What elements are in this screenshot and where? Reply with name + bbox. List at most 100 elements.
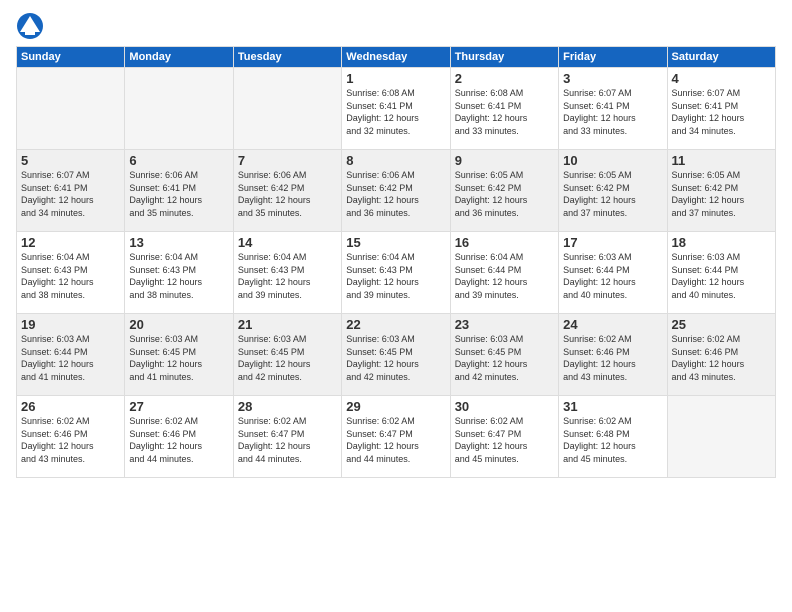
day-number: 13 — [129, 235, 228, 250]
day-info: Sunrise: 6:02 AMSunset: 6:46 PMDaylight:… — [672, 333, 771, 383]
page: SundayMondayTuesdayWednesdayThursdayFrid… — [0, 0, 792, 612]
day-number: 14 — [238, 235, 337, 250]
day-header-wednesday: Wednesday — [342, 47, 450, 68]
day-cell: 17Sunrise: 6:03 AMSunset: 6:44 PMDayligh… — [559, 232, 667, 314]
day-info: Sunrise: 6:03 AMSunset: 6:45 PMDaylight:… — [346, 333, 445, 383]
day-cell: 9Sunrise: 6:05 AMSunset: 6:42 PMDaylight… — [450, 150, 558, 232]
day-cell: 1Sunrise: 6:08 AMSunset: 6:41 PMDaylight… — [342, 68, 450, 150]
day-cell: 19Sunrise: 6:03 AMSunset: 6:44 PMDayligh… — [17, 314, 125, 396]
logo-icon — [16, 12, 44, 40]
day-number: 23 — [455, 317, 554, 332]
day-cell: 11Sunrise: 6:05 AMSunset: 6:42 PMDayligh… — [667, 150, 775, 232]
day-cell: 27Sunrise: 6:02 AMSunset: 6:46 PMDayligh… — [125, 396, 233, 478]
week-row-2: 5Sunrise: 6:07 AMSunset: 6:41 PMDaylight… — [17, 150, 776, 232]
day-info: Sunrise: 6:06 AMSunset: 6:42 PMDaylight:… — [238, 169, 337, 219]
day-cell: 25Sunrise: 6:02 AMSunset: 6:46 PMDayligh… — [667, 314, 775, 396]
day-info: Sunrise: 6:06 AMSunset: 6:41 PMDaylight:… — [129, 169, 228, 219]
day-number: 17 — [563, 235, 662, 250]
day-number: 28 — [238, 399, 337, 414]
day-cell: 14Sunrise: 6:04 AMSunset: 6:43 PMDayligh… — [233, 232, 341, 314]
day-number: 19 — [21, 317, 120, 332]
day-info: Sunrise: 6:03 AMSunset: 6:45 PMDaylight:… — [455, 333, 554, 383]
week-row-4: 19Sunrise: 6:03 AMSunset: 6:44 PMDayligh… — [17, 314, 776, 396]
day-info: Sunrise: 6:05 AMSunset: 6:42 PMDaylight:… — [563, 169, 662, 219]
day-number: 27 — [129, 399, 228, 414]
day-number: 6 — [129, 153, 228, 168]
day-cell: 13Sunrise: 6:04 AMSunset: 6:43 PMDayligh… — [125, 232, 233, 314]
day-info: Sunrise: 6:02 AMSunset: 6:47 PMDaylight:… — [238, 415, 337, 465]
day-cell: 15Sunrise: 6:04 AMSunset: 6:43 PMDayligh… — [342, 232, 450, 314]
day-number: 24 — [563, 317, 662, 332]
day-cell: 16Sunrise: 6:04 AMSunset: 6:44 PMDayligh… — [450, 232, 558, 314]
day-info: Sunrise: 6:02 AMSunset: 6:46 PMDaylight:… — [129, 415, 228, 465]
day-cell: 21Sunrise: 6:03 AMSunset: 6:45 PMDayligh… — [233, 314, 341, 396]
day-info: Sunrise: 6:08 AMSunset: 6:41 PMDaylight:… — [455, 87, 554, 137]
week-row-5: 26Sunrise: 6:02 AMSunset: 6:46 PMDayligh… — [17, 396, 776, 478]
day-info: Sunrise: 6:08 AMSunset: 6:41 PMDaylight:… — [346, 87, 445, 137]
day-info: Sunrise: 6:06 AMSunset: 6:42 PMDaylight:… — [346, 169, 445, 219]
logo — [16, 12, 48, 40]
day-number: 31 — [563, 399, 662, 414]
day-number: 7 — [238, 153, 337, 168]
day-number: 1 — [346, 71, 445, 86]
day-number: 30 — [455, 399, 554, 414]
day-info: Sunrise: 6:02 AMSunset: 6:47 PMDaylight:… — [346, 415, 445, 465]
day-number: 8 — [346, 153, 445, 168]
day-info: Sunrise: 6:02 AMSunset: 6:46 PMDaylight:… — [563, 333, 662, 383]
day-cell: 29Sunrise: 6:02 AMSunset: 6:47 PMDayligh… — [342, 396, 450, 478]
day-header-saturday: Saturday — [667, 47, 775, 68]
day-number: 20 — [129, 317, 228, 332]
day-info: Sunrise: 6:07 AMSunset: 6:41 PMDaylight:… — [563, 87, 662, 137]
day-cell — [125, 68, 233, 150]
day-info: Sunrise: 6:07 AMSunset: 6:41 PMDaylight:… — [21, 169, 120, 219]
day-info: Sunrise: 6:05 AMSunset: 6:42 PMDaylight:… — [672, 169, 771, 219]
day-cell: 31Sunrise: 6:02 AMSunset: 6:48 PMDayligh… — [559, 396, 667, 478]
day-info: Sunrise: 6:04 AMSunset: 6:44 PMDaylight:… — [455, 251, 554, 301]
day-cell: 24Sunrise: 6:02 AMSunset: 6:46 PMDayligh… — [559, 314, 667, 396]
day-info: Sunrise: 6:04 AMSunset: 6:43 PMDaylight:… — [238, 251, 337, 301]
day-info: Sunrise: 6:03 AMSunset: 6:45 PMDaylight:… — [238, 333, 337, 383]
day-header-friday: Friday — [559, 47, 667, 68]
day-header-sunday: Sunday — [17, 47, 125, 68]
day-cell — [17, 68, 125, 150]
day-info: Sunrise: 6:05 AMSunset: 6:42 PMDaylight:… — [455, 169, 554, 219]
day-cell: 2Sunrise: 6:08 AMSunset: 6:41 PMDaylight… — [450, 68, 558, 150]
day-number: 29 — [346, 399, 445, 414]
day-info: Sunrise: 6:04 AMSunset: 6:43 PMDaylight:… — [129, 251, 228, 301]
day-cell: 26Sunrise: 6:02 AMSunset: 6:46 PMDayligh… — [17, 396, 125, 478]
day-number: 9 — [455, 153, 554, 168]
day-cell: 3Sunrise: 6:07 AMSunset: 6:41 PMDaylight… — [559, 68, 667, 150]
day-info: Sunrise: 6:03 AMSunset: 6:45 PMDaylight:… — [129, 333, 228, 383]
day-info: Sunrise: 6:03 AMSunset: 6:44 PMDaylight:… — [672, 251, 771, 301]
day-cell — [233, 68, 341, 150]
week-row-1: 1Sunrise: 6:08 AMSunset: 6:41 PMDaylight… — [17, 68, 776, 150]
day-info: Sunrise: 6:03 AMSunset: 6:44 PMDaylight:… — [563, 251, 662, 301]
day-number: 5 — [21, 153, 120, 168]
days-header-row: SundayMondayTuesdayWednesdayThursdayFrid… — [17, 47, 776, 68]
day-number: 12 — [21, 235, 120, 250]
day-cell: 18Sunrise: 6:03 AMSunset: 6:44 PMDayligh… — [667, 232, 775, 314]
day-header-thursday: Thursday — [450, 47, 558, 68]
header — [16, 12, 776, 40]
calendar: SundayMondayTuesdayWednesdayThursdayFrid… — [16, 46, 776, 478]
day-number: 3 — [563, 71, 662, 86]
day-cell: 22Sunrise: 6:03 AMSunset: 6:45 PMDayligh… — [342, 314, 450, 396]
week-row-3: 12 Sunrise: 6:04 AMSunset: 6:43 PMDayligh… — [17, 232, 776, 314]
day-cell: 6Sunrise: 6:06 AMSunset: 6:41 PMDaylight… — [125, 150, 233, 232]
day-number: 16 — [455, 235, 554, 250]
day-info: Sunrise: 6:02 AMSunset: 6:46 PMDaylight:… — [21, 415, 120, 465]
day-cell: 23Sunrise: 6:03 AMSunset: 6:45 PMDayligh… — [450, 314, 558, 396]
day-cell: 12Sunrise: 6:04 AMSunset: 6:43 PMDayligh… — [17, 232, 125, 314]
day-number: 25 — [672, 317, 771, 332]
day-number: 10 — [563, 153, 662, 168]
day-number: 15 — [346, 235, 445, 250]
day-cell: 10Sunrise: 6:05 AMSunset: 6:42 PMDayligh… — [559, 150, 667, 232]
day-header-tuesday: Tuesday — [233, 47, 341, 68]
day-info: Sunrise: 6:03 AMSunset: 6:44 PMDaylight:… — [21, 333, 120, 383]
day-info: Sunrise: 6:07 AMSunset: 6:41 PMDaylight:… — [672, 87, 771, 137]
day-number: 11 — [672, 153, 771, 168]
day-cell — [667, 396, 775, 478]
day-number: 4 — [672, 71, 771, 86]
day-cell: 28Sunrise: 6:02 AMSunset: 6:47 PMDayligh… — [233, 396, 341, 478]
day-cell: 20Sunrise: 6:03 AMSunset: 6:45 PMDayligh… — [125, 314, 233, 396]
